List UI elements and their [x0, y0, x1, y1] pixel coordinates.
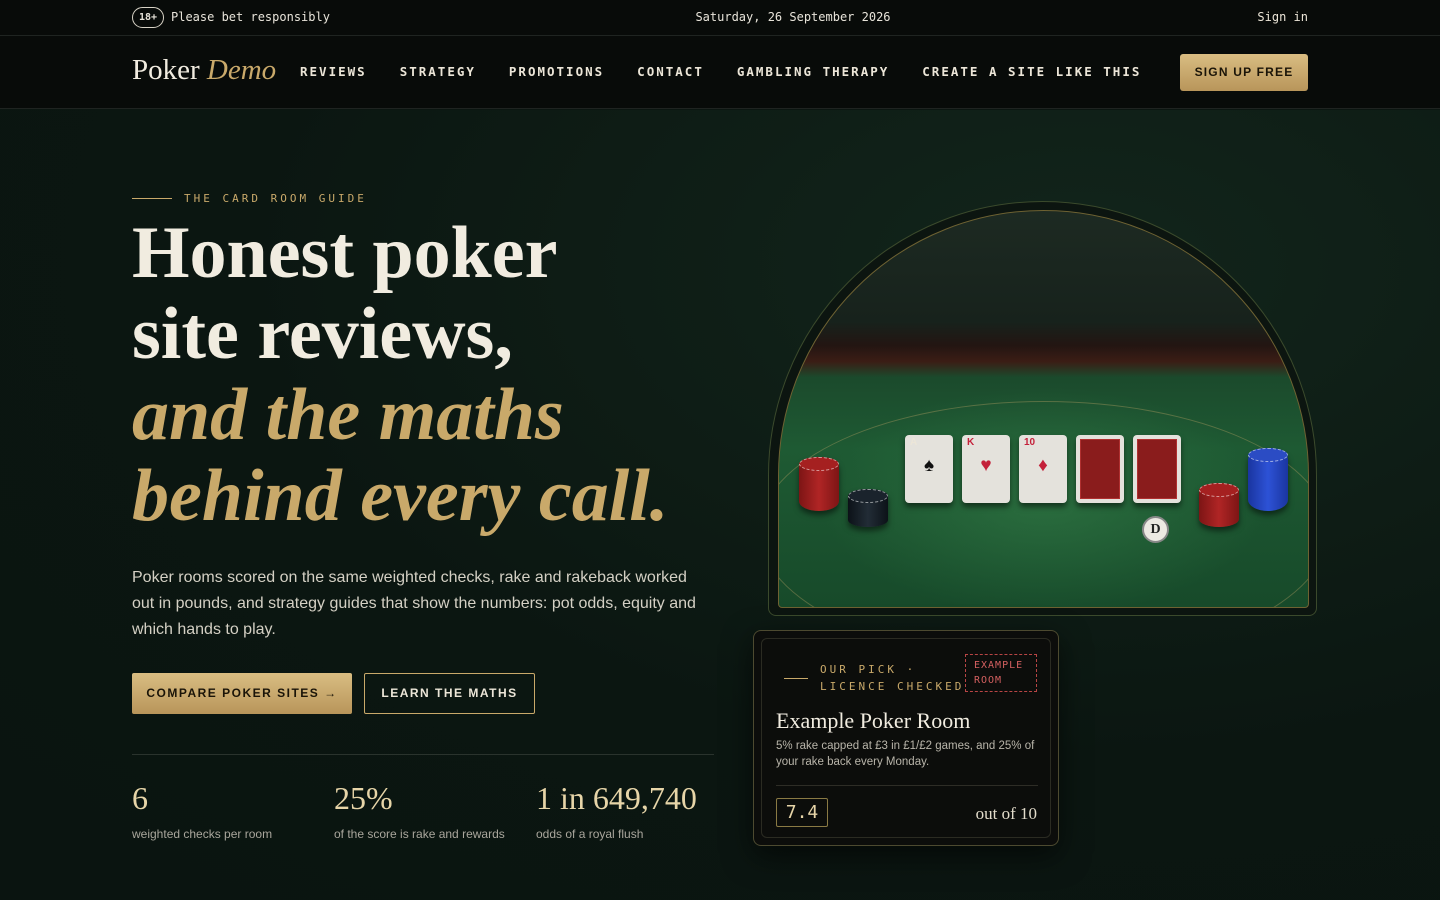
- main-navigation: Poker Demo REVIEWS STRATEGY PROMOTIONS C…: [0, 36, 1440, 109]
- pick-eyebrow-text: OUR PICK · LICENCE CHECKED: [820, 663, 965, 693]
- spade-icon: ♠: [923, 455, 935, 476]
- card-rank: 10: [1024, 437, 1036, 448]
- current-date: Saturday, 26 September 2026: [695, 10, 891, 24]
- board-card-king-hearts: K ♥: [962, 435, 1010, 503]
- pick-room-title: Example Poker Room: [776, 708, 971, 733]
- headline-line-4: behind every call.: [132, 455, 669, 537]
- stat-weighted-checks: 6 weighted checks per room: [132, 780, 272, 841]
- pick-eyebrow: OUR PICK · LICENCE CHECKED: [784, 661, 970, 695]
- stat-label: odds of a royal flush: [536, 827, 644, 841]
- pick-score: 7.4: [776, 798, 828, 827]
- nav-item-strategy[interactable]: STRATEGY: [400, 64, 476, 79]
- pick-room-description: 5% rake capped at £3 in £1/£2 games, and…: [776, 740, 1035, 768]
- pick-score-scale: out of 10: [975, 804, 1037, 823]
- card-rank: A: [910, 437, 918, 448]
- stat-rake-share: 25% of the score is rake and rewards: [334, 780, 505, 841]
- board-card-ten-diamonds: 10 ♦: [1019, 435, 1067, 503]
- face-down-card-icon: [1133, 435, 1181, 503]
- card-rank: K: [967, 437, 975, 448]
- stat-value: 1 in 649,740: [536, 780, 697, 816]
- red-chip-stack-icon: [799, 457, 839, 511]
- headline-line-1: Honest poker: [132, 212, 558, 294]
- sign-up-button[interactable]: SIGN UP FREE: [1180, 54, 1308, 91]
- hero-headline: Honest poker site reviews, and the maths…: [132, 213, 668, 537]
- nav-menu: REVIEWS STRATEGY PROMOTIONS CONTACT GAMB…: [300, 64, 1174, 79]
- nav-item-gambling-therapy[interactable]: GAMBLING THERAPY: [737, 64, 889, 79]
- pick-eyebrow-rule: [784, 677, 808, 679]
- black-chip-stack-icon: [848, 489, 888, 527]
- red-chip-stack-icon: [1199, 483, 1239, 527]
- headline-line-3: and the maths: [132, 374, 564, 456]
- our-pick-card[interactable]: OUR PICK · LICENCE CHECKED EXAMPLE ROOM …: [753, 630, 1059, 846]
- headline-line-2: site reviews,: [132, 293, 513, 375]
- nav-item-promotions[interactable]: PROMOTIONS: [509, 64, 604, 79]
- dealer-button-icon: D: [1142, 516, 1169, 543]
- board-card-ace-spades: A ♠: [905, 435, 953, 503]
- face-down-card-icon: [1076, 435, 1124, 503]
- stat-value: 25%: [334, 780, 393, 816]
- stat-value: 6: [132, 780, 148, 816]
- nav-item-create-site[interactable]: CREATE A SITE LIKE THIS: [922, 64, 1141, 79]
- stat-label: weighted checks per room: [132, 827, 273, 841]
- eyebrow-rule: [132, 198, 172, 199]
- pick-divider: [776, 785, 1038, 786]
- logo-accent-text: Demo: [206, 54, 277, 86]
- logo-main-text: Poker: [132, 54, 200, 86]
- site-logo[interactable]: Poker Demo: [132, 54, 276, 87]
- nav-item-reviews[interactable]: REVIEWS: [300, 64, 367, 79]
- sign-in-link[interactable]: Sign in: [1257, 10, 1308, 24]
- hero-intro: Poker rooms scored on the same weighted …: [132, 569, 696, 638]
- stats-divider: [132, 754, 714, 755]
- hero-eyebrow: THE CARD ROOM GUIDE: [132, 192, 367, 205]
- pick-card-inner: OUR PICK · LICENCE CHECKED EXAMPLE ROOM …: [761, 638, 1051, 838]
- nav-item-contact[interactable]: CONTACT: [637, 64, 704, 79]
- example-room-badge: EXAMPLE ROOM: [965, 654, 1037, 692]
- blue-chip-stack-icon: [1248, 448, 1288, 511]
- learn-the-maths-button[interactable]: LEARN THE MATHS: [364, 673, 535, 714]
- top-bar: 18+ Please bet responsibly Saturday, 26 …: [0, 0, 1440, 36]
- eyebrow-text: THE CARD ROOM GUIDE: [184, 192, 367, 205]
- diamond-icon: ♦: [1038, 455, 1048, 476]
- heart-icon: ♥: [980, 455, 992, 476]
- compare-poker-sites-button[interactable]: COMPARE POKER SITES →: [132, 673, 352, 714]
- stat-royal-flush-odds: 1 in 649,740 odds of a royal flush: [536, 780, 697, 841]
- stat-label: of the score is rake and rewards: [334, 827, 505, 841]
